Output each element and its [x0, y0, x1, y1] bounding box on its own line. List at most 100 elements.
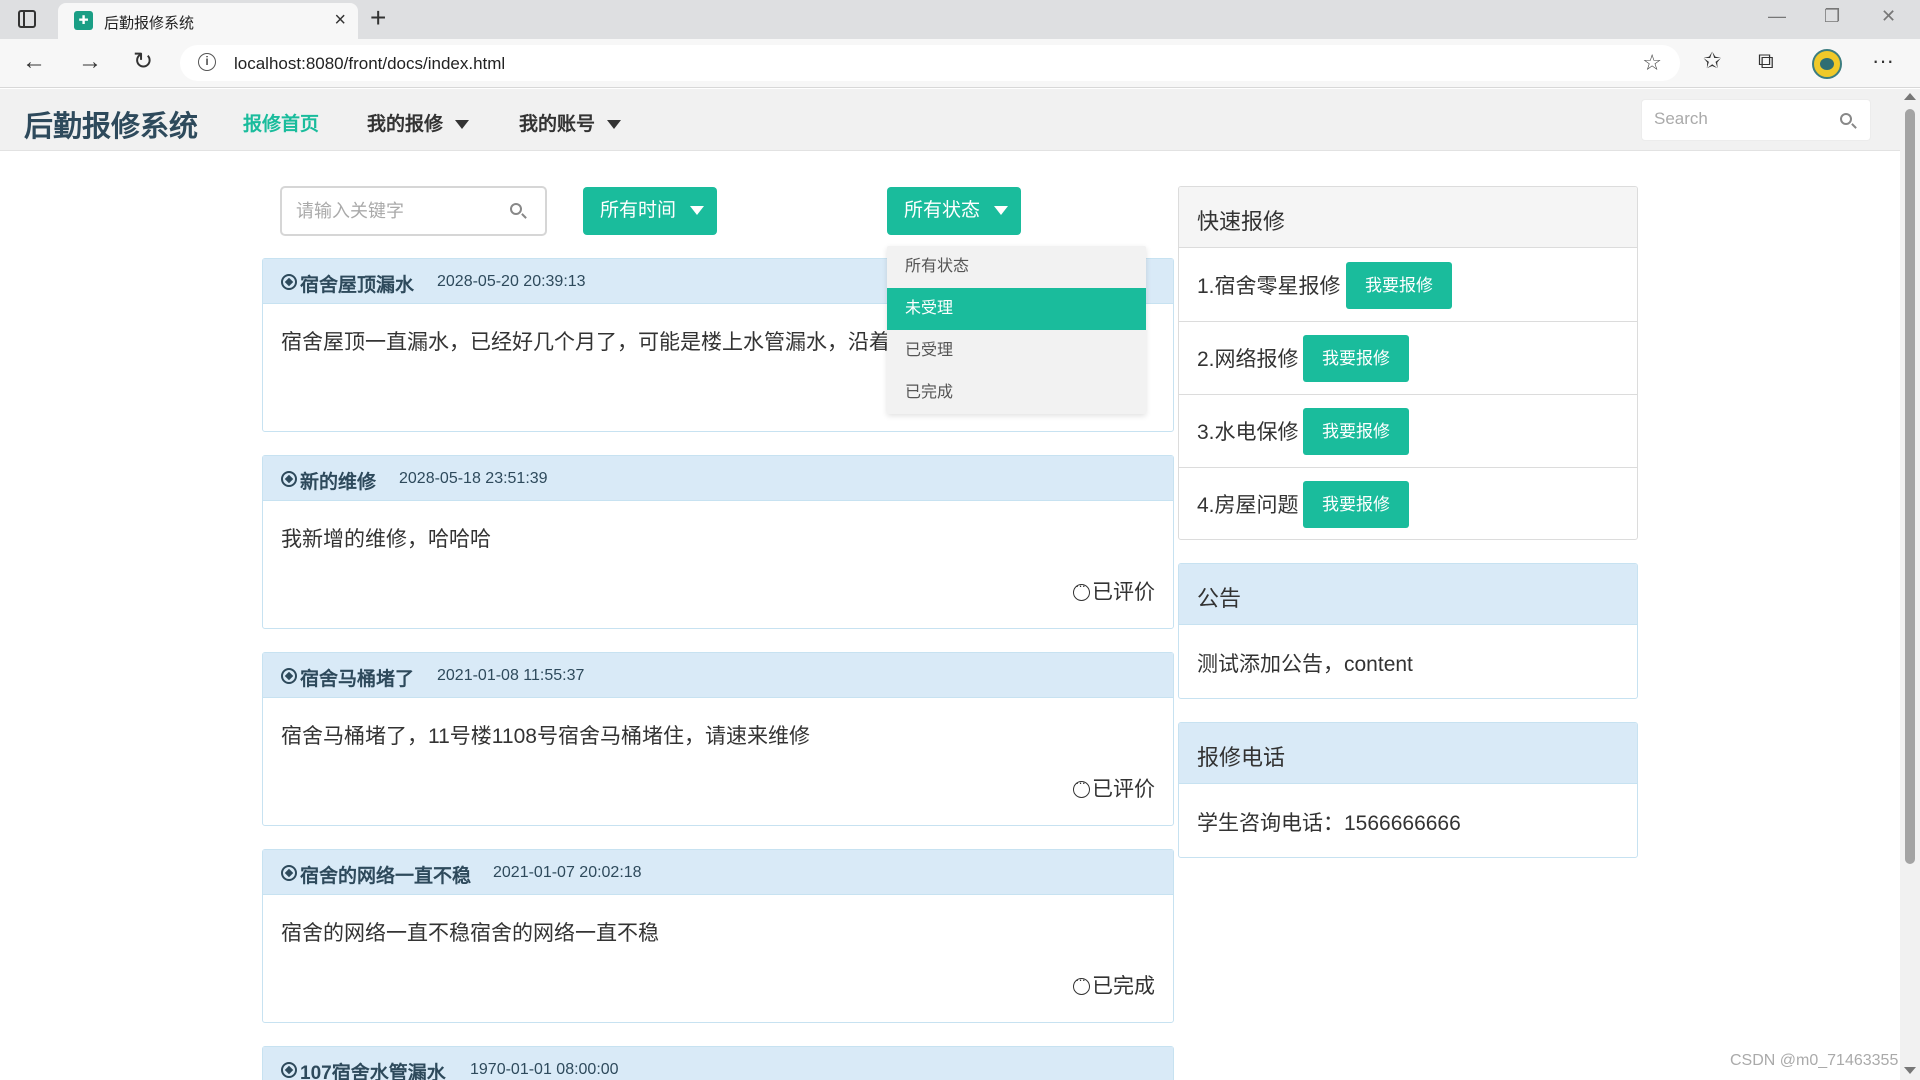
notice-title: 公告 — [1197, 586, 1242, 611]
scroll-thumb[interactable] — [1905, 109, 1915, 864]
repair-phone-panel: 报修电话 学生咨询电话：1566666666 — [1178, 722, 1638, 858]
nav-search-input[interactable] — [1654, 109, 1824, 129]
repair-description: 宿舍的网络一直不稳宿舍的网络一直不稳 — [281, 922, 659, 945]
repair-request-button[interactable]: 我要报修 — [1303, 408, 1409, 455]
status-option-accepted[interactable]: 已受理 — [887, 330, 1146, 372]
repair-time: 2028-05-18 23:51:39 — [399, 470, 548, 487]
browser-tab[interactable]: ✚ 后勤报修系统 × — [58, 3, 358, 39]
favorites-icon[interactable]: ✩ — [1703, 48, 1721, 74]
repair-status: 已评价 — [1073, 576, 1155, 606]
quick-repair-label: 2.网络报修 — [1197, 348, 1299, 371]
site-info-icon[interactable]: i — [198, 53, 216, 71]
repair-card[interactable]: 107宿舍水管漏水 1970-01-01 08:00:00 — [262, 1046, 1174, 1080]
keyword-search-box — [280, 186, 547, 236]
tab-actions-icon[interactable] — [18, 10, 36, 28]
repair-card[interactable]: 宿舍的网络一直不稳 2021-01-07 20:02:18 宿舍的网络一直不稳宿… — [262, 849, 1174, 1023]
quick-repair-header: 快速报修 — [1179, 187, 1637, 248]
repair-phone-header: 报修电话 — [1179, 723, 1637, 784]
status-filter-label: 所有状态 — [904, 200, 981, 221]
status-option-all[interactable]: 所有状态 — [887, 246, 1146, 288]
url-field[interactable]: i localhost:8080/front/docs/index.html ☆ — [180, 45, 1680, 81]
caret-down-icon — [607, 120, 622, 130]
notice-panel: 公告 测试添加公告，content — [1178, 563, 1638, 699]
browser-tab-bar: ✚ 后勤报修系统 × + — ❐ ✕ — [0, 0, 1920, 39]
search-icon[interactable] — [1840, 113, 1852, 125]
repair-status-label: 已评价 — [1092, 581, 1155, 604]
watermark-text: CSDN @m0_71463355 — [1730, 1052, 1899, 1069]
profile-avatar[interactable] — [1812, 49, 1842, 79]
site-brand[interactable]: 后勤报修系统 — [24, 103, 198, 145]
new-tab-icon[interactable]: + — [370, 2, 386, 34]
nav-my-repairs-label: 我的报修 — [367, 114, 444, 135]
repair-request-button[interactable]: 我要报修 — [1303, 335, 1409, 382]
repair-title[interactable]: 宿舍的网络一直不稳 — [300, 861, 471, 888]
quick-repair-label: 3.水电保修 — [1197, 421, 1299, 444]
window-close-icon[interactable]: ✕ — [1881, 6, 1896, 27]
repair-time: 2021-01-08 11:55:37 — [437, 667, 585, 684]
restore-icon[interactable]: ❐ — [1824, 6, 1840, 27]
quick-repair-item: 3.水电保修 我要报修 — [1179, 395, 1637, 468]
repair-request-button[interactable]: 我要报修 — [1303, 481, 1409, 528]
notice-header: 公告 — [1179, 564, 1637, 625]
repair-status-label: 已评价 — [1092, 778, 1155, 801]
nav-my-repairs[interactable]: 我的报修 — [367, 109, 470, 136]
tab-close-icon[interactable]: × — [334, 9, 346, 32]
more-icon[interactable]: ··· — [1872, 48, 1894, 74]
repair-card-header: 107宿舍水管漏水 1970-01-01 08:00:00 — [263, 1047, 1173, 1080]
repair-card[interactable]: 新的维修 2028-05-18 23:51:39 我新增的维修，哈哈哈 已评价 — [262, 455, 1174, 629]
forward-icon[interactable]: → — [78, 47, 102, 77]
quick-repair-label: 1.宿舍零星报修 — [1197, 275, 1341, 298]
repair-request-button[interactable]: 我要报修 — [1346, 262, 1452, 309]
nav-my-account-label: 我的账号 — [519, 114, 596, 135]
caret-down-icon — [690, 206, 705, 216]
time-filter-label: 所有时间 — [600, 200, 677, 221]
repair-card-header: 宿舍马桶堵了 2021-01-08 11:55:37 — [263, 653, 1173, 698]
time-filter-button[interactable]: 所有时间 — [583, 187, 717, 235]
scroll-up-icon[interactable] — [1904, 93, 1916, 100]
comment-icon — [1073, 972, 1090, 995]
repair-status-label: 已完成 — [1092, 975, 1155, 998]
status-option-pending[interactable]: 未受理 — [887, 288, 1146, 330]
repair-time: 2021-01-07 20:02:18 — [493, 864, 642, 881]
quick-repair-item: 4.房屋问题 我要报修 — [1179, 468, 1637, 539]
status-filter-button[interactable]: 所有状态 — [887, 187, 1021, 235]
repair-title[interactable]: 107宿舍水管漏水 — [300, 1058, 446, 1080]
repair-time: 2028-05-20 20:39:13 — [437, 273, 586, 290]
refresh-icon[interactable]: ↻ — [133, 47, 153, 77]
collections-icon[interactable]: ⧉ — [1758, 48, 1774, 74]
comment-icon — [1073, 578, 1090, 601]
status-dropdown-menu: 所有状态 未受理 已受理 已完成 — [887, 246, 1146, 414]
scroll-down-icon[interactable] — [1904, 1067, 1916, 1074]
repair-icon — [281, 865, 297, 881]
url-text[interactable]: localhost:8080/front/docs/index.html — [234, 54, 505, 74]
caret-down-icon — [994, 206, 1009, 216]
repair-title[interactable]: 宿舍屋顶漏水 — [300, 270, 414, 297]
repair-icon — [281, 274, 297, 290]
search-icon[interactable] — [510, 203, 522, 215]
quick-repair-item: 2.网络报修 我要报修 — [1179, 322, 1637, 395]
nav-my-account[interactable]: 我的账号 — [519, 109, 622, 136]
comment-icon — [1073, 775, 1090, 798]
repair-description: 宿舍马桶堵了，11号楼1108号宿舍马桶堵住，请速来维修 — [281, 725, 810, 748]
tab-title: 后勤报修系统 — [104, 15, 195, 32]
page-scrollbar[interactable] — [1900, 89, 1920, 1080]
repair-title[interactable]: 新的维修 — [300, 467, 376, 494]
repair-description: 我新增的维修，哈哈哈 — [281, 528, 491, 551]
nav-home[interactable]: 报修首页 — [243, 109, 319, 136]
notice-content: 测试添加公告，content — [1197, 653, 1413, 676]
favicon-icon: ✚ — [74, 11, 93, 30]
quick-repair-item: 1.宿舍零星报修 我要报修 — [1179, 249, 1637, 322]
keyword-input[interactable] — [296, 201, 496, 222]
status-option-completed[interactable]: 已完成 — [887, 372, 1146, 414]
site-navbar: 后勤报修系统 报修首页 我的报修 我的账号 — [0, 89, 1900, 151]
repair-icon — [281, 668, 297, 684]
add-favorite-icon[interactable]: ☆ — [1642, 50, 1662, 76]
minimize-icon[interactable]: — — [1768, 6, 1786, 27]
quick-repair-label: 4.房屋问题 — [1197, 494, 1299, 517]
repair-icon — [281, 471, 297, 487]
repair-title[interactable]: 宿舍马桶堵了 — [300, 664, 414, 691]
repair-card[interactable]: 宿舍马桶堵了 2021-01-08 11:55:37 宿舍马桶堵了，11号楼11… — [262, 652, 1174, 826]
back-icon[interactable]: ← — [22, 47, 46, 77]
repair-phone-title: 报修电话 — [1197, 745, 1286, 770]
quick-repair-title: 快速报修 — [1197, 209, 1286, 234]
